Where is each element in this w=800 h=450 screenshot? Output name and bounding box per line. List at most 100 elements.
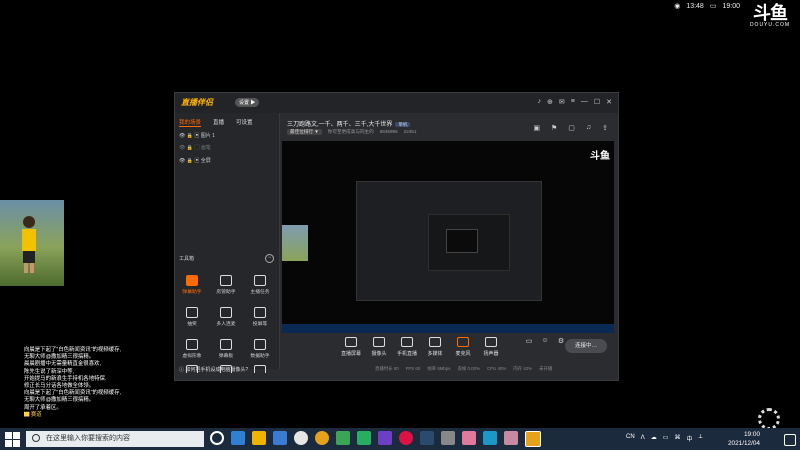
tool-label: 投屏等: [252, 322, 268, 327]
multi-mic-icon: [220, 307, 232, 318]
live-assistant-taskbar-icon[interactable]: [525, 431, 541, 447]
input-method[interactable]: CN: [626, 434, 635, 443]
steam-icon[interactable]: [420, 431, 434, 445]
ctrl-label: 手机直播: [396, 351, 417, 357]
douyu-watermark-logo: 斗鱼 DOUYU.COM: [746, 4, 794, 34]
tool-label: 主播任务: [250, 290, 270, 295]
mail-icon[interactable]: ✉: [559, 98, 565, 106]
tool-label: 弹幕板: [218, 354, 234, 359]
network-tray-icon[interactable]: ⟂: [698, 434, 702, 443]
notification-icon[interactable]: [784, 434, 796, 446]
display-icon[interactable]: ▭: [663, 434, 669, 443]
qq-icon[interactable]: [294, 431, 308, 445]
chrome-icon[interactable]: [399, 431, 413, 445]
screen-capture-button[interactable]: 直播屏幕: [337, 337, 365, 357]
tool-label: 房管助手: [216, 290, 236, 295]
search-icon: [32, 434, 40, 443]
settings-app-icon[interactable]: [231, 431, 245, 445]
camera-button[interactable]: 摄像头: [365, 337, 393, 357]
camera-icon: [373, 337, 385, 347]
file-explorer-icon[interactable]: [252, 431, 266, 445]
avatar-icon: [186, 339, 198, 350]
tool-label: 抽奖: [187, 322, 197, 327]
chat-line: 周开了承着区。: [24, 404, 62, 411]
tool-barrage-board[interactable]: 弹幕板: [211, 339, 241, 359]
volume-icon[interactable]: ⌘: [674, 434, 680, 443]
game-app-icon[interactable]: [441, 431, 455, 445]
taskbar-clock[interactable]: 19:00 2021/12/04: [728, 430, 760, 448]
steam-icon-2[interactable]: [483, 431, 497, 445]
category-tag[interactable]: 单机: [395, 122, 411, 127]
menu-icon[interactable]: ≡: [571, 98, 575, 106]
chevron-up-icon[interactable]: ᐱ: [641, 434, 645, 443]
cloud-icon[interactable]: ☁: [651, 434, 657, 443]
wechat-icon[interactable]: [336, 431, 350, 445]
pink-app-icon[interactable]: [462, 431, 476, 445]
tool-avatar[interactable]: 虚拟形象: [177, 339, 207, 359]
tool-data-helper[interactable]: 数据助手: [245, 339, 275, 359]
taskbar-search-box[interactable]: 在这里输入你要搜索的内容: [26, 431, 204, 447]
window-icon[interactable]: ▢: [568, 124, 575, 132]
tab-live[interactable]: 直播: [213, 118, 224, 127]
flag-icon[interactable]: ⚑: [551, 124, 557, 132]
phone-live-button[interactable]: 手机直播: [393, 337, 421, 357]
bell-icon[interactable]: ♫: [586, 124, 591, 132]
window-titlebar: 直播伴侣 设置 ▶ ♪ ⊕ ✉ ≡ — ☐ ✕: [175, 93, 618, 113]
screenshot-icon[interactable]: ▣: [533, 124, 540, 132]
minimize-button[interactable]: —: [581, 98, 588, 106]
stream-preview[interactable]: 斗鱼: [282, 141, 614, 333]
maximize-button[interactable]: ☐: [594, 98, 600, 106]
board-icon: [220, 339, 232, 350]
tool-cast[interactable]: 投屏等: [245, 307, 275, 327]
media-button[interactable]: 多媒体: [421, 337, 449, 357]
rank-dropdown[interactable]: 最佳位排行 ▼: [287, 129, 322, 135]
status-time-right: 19:00: [722, 2, 740, 10]
network-icon: ◉: [674, 3, 681, 10]
tool-barrage-helper[interactable]: 弹幕助手: [177, 275, 207, 295]
tool-room-manager[interactable]: 房管助手: [211, 275, 241, 295]
scene-label: 图片 1: [200, 133, 215, 139]
scene-item[interactable]: 👁 🔒 ▢ 画笔: [179, 144, 211, 151]
tool-streamer-tasks[interactable]: 主播任务: [245, 275, 275, 295]
language-indicator[interactable]: 中: [686, 434, 692, 443]
media-icon: [429, 337, 441, 347]
scene-item[interactable]: 👁 🔒 ▣ 全屏: [179, 157, 211, 164]
green-app-icon[interactable]: [357, 431, 371, 445]
start-button[interactable]: [4, 431, 20, 447]
chat-line: 无聊大师@撒加精三很搞精。: [24, 397, 95, 404]
phone-icon: [401, 337, 413, 347]
ctrl-label: 摄像头: [371, 351, 387, 357]
close-button[interactable]: ✕: [606, 98, 612, 106]
tool-more[interactable]: [245, 365, 275, 373]
app-badge-button[interactable]: 设置 ▶: [235, 98, 260, 107]
chat-overlay: 向晨是下起了"白色新闻资讯"的视频缓存, 无聊大师@撒加精三很搞精。 晨晨剧播中…: [24, 347, 184, 419]
toolbox-title: 工具箱: [179, 256, 195, 262]
visual-studio-icon[interactable]: [378, 431, 392, 445]
scene-item[interactable]: 👁 🔒 ▣ 图片 1: [179, 132, 215, 139]
stream-status-line: 直播时长 00 FPS 60 帧率 6Mbps 丢帧 0.00% CPU 40%…: [375, 366, 552, 372]
mail-app-icon[interactable]: [273, 431, 287, 445]
meta-text: 你可至更成高与同主的: [327, 129, 374, 134]
task-view-icon[interactable]: [210, 431, 224, 445]
status-item: 直播时长 00: [375, 366, 399, 371]
loading-spinner-icon: [758, 408, 780, 430]
speaker-button[interactable]: 扬声器: [477, 337, 505, 357]
toolbox-add-button[interactable]: −: [265, 254, 274, 263]
tab-settings[interactable]: 可设置: [236, 118, 253, 127]
go-live-button[interactable]: 连接中…: [565, 339, 607, 353]
window-controls: ♪ ⊕ ✉ ≡ — ☐ ✕: [538, 98, 613, 106]
tool-multi-mic[interactable]: 多人连麦: [211, 307, 241, 327]
room-number: 6945995: [379, 129, 398, 134]
more-icon: [254, 365, 266, 373]
phone-camera-tip[interactable]: ⓘ 如何把手机设成电脑摄像头?: [179, 366, 248, 373]
microphone-button[interactable]: 麦克风: [449, 337, 477, 357]
clock-date: 2021/12/04: [728, 440, 760, 447]
add-icon[interactable]: ⊕: [547, 98, 553, 106]
coin-app-icon[interactable]: [315, 431, 329, 445]
share-icon[interactable]: ⇪: [602, 124, 608, 132]
music-icon[interactable]: ♪: [538, 98, 542, 106]
pink-app-icon-2[interactable]: [504, 431, 518, 445]
tool-lottery[interactable]: 抽奖: [177, 307, 207, 327]
status-item: 丢帧 0.00%: [457, 366, 480, 371]
tab-my-scenes[interactable]: 我的场景: [179, 118, 202, 127]
